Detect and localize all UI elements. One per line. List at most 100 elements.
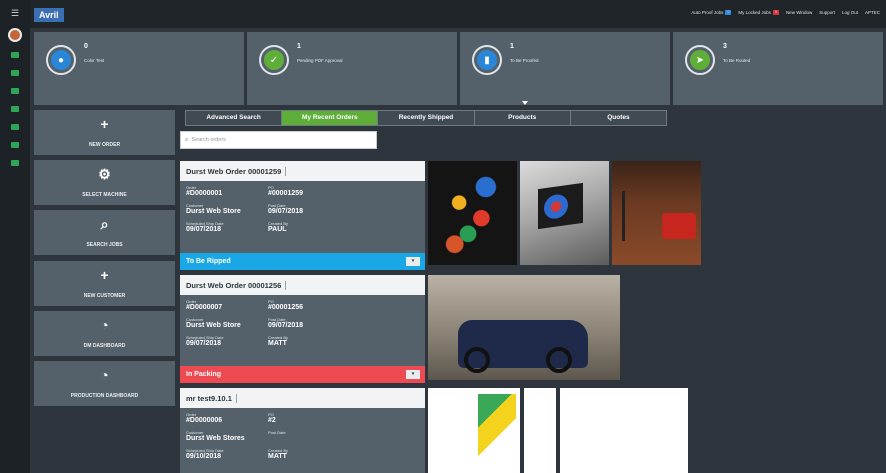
order-card[interactable]: mr test9.10.1 Order #D0000006 PO #2 Custom… [180,388,425,473]
post-date-field: Post Date 09/07/2018 [268,317,303,330]
order-field: Order #D0000001 [186,185,222,198]
support-link[interactable]: Support [819,10,835,15]
order-card-body: Order #D0000007 PO #00001256 Customer Durst… [180,295,425,367]
dm-dashboard-label: DM DASHBOARD [83,343,126,349]
new-window-link[interactable]: New Window [786,10,812,15]
chevron-down-icon[interactable]: ▾ [406,370,420,379]
created-by-field: Created By MATT [268,448,288,461]
stat-color-test[interactable]: ● 0 Color Test [34,32,244,105]
gauge-icon: ◔ [100,367,109,383]
order-thumbnail[interactable] [428,161,517,265]
post-date-value: 09/07/2018 [268,322,304,329]
po-value: #2 [268,417,276,424]
tab-advanced-search[interactable]: Advanced Search [186,111,283,125]
avatar[interactable] [8,28,22,42]
support-label: Support [819,10,835,15]
logout-label: Log Out [841,10,858,15]
order-tabs: Advanced Search My Recent Orders Recentl… [185,110,667,126]
menu-icon[interactable]: ☰ [0,8,30,19]
nav-rail: ☰ [0,0,30,473]
car-wheel [546,347,572,373]
order-card-body: Order #D0000001 PO #00001259 Customer Durst… [180,181,425,253]
new-order-button[interactable]: + NEW ORDER [34,110,175,155]
top-links: Auto Proof Jobs 0 My Locked Jobs 0 New W… [691,10,880,15]
brand-logo[interactable]: Avril [34,8,64,22]
car-wheel [464,347,490,373]
production-dashboard-button[interactable]: ◔ PRODUCTION DASHBOARD [34,361,175,406]
po-field: PO #2 [268,412,276,425]
droplet-icon: ● [46,45,76,75]
order-value: #D0000001 [186,190,223,197]
poster-graphic [478,394,516,469]
created-by-value: MATT [268,453,287,460]
new-order-label: NEW ORDER [88,142,121,148]
user-link[interactable]: APTEC [865,10,880,15]
stat-to-be-routed[interactable]: ➤ 3 To Be Routed [673,32,883,105]
status-label: In Packing [186,371,222,378]
tab-quotes[interactable]: Quotes [571,111,666,125]
reports-icon[interactable] [11,106,19,112]
stat-count: 0 [84,43,88,50]
search-input[interactable] [191,137,362,143]
new-customer-button[interactable]: + NEW CUSTOMER [34,261,175,306]
order-card[interactable]: Durst Web Order 00001256 Order #D0000007 … [180,275,425,383]
status-bar[interactable]: To Be Ripped ▾ [180,253,425,270]
search-jobs-button[interactable]: ⌕ SEARCH JOBS [34,210,175,255]
stat-pending-pdf-approval[interactable]: ✓ 1 Pending PDF Approval [247,32,457,105]
stat-count: 1 [510,43,514,50]
ship-date-field: Scheduled Ship Date 09/07/2018 [186,335,224,348]
order-card[interactable]: Durst Web Order 00001259 Order #D0000001 … [180,161,425,270]
cart-icon[interactable] [11,124,19,130]
search-icon: ⌕ [100,216,109,232]
check-icon: ✓ [259,45,289,75]
status-label: To Be Ripped [186,258,231,265]
home-icon[interactable] [11,52,19,58]
created-by-value: PAUL [268,226,287,233]
order-card-header[interactable]: Durst Web Order 00001259 [180,161,425,181]
settings-icon[interactable] [11,142,19,148]
search-box: ⌕ [180,131,377,149]
created-by-field: Created By MATT [268,335,288,348]
ship-date-field: Scheduled Ship Date 09/07/2018 [186,221,224,234]
stat-count: 3 [723,43,727,50]
gear-icon[interactable] [11,160,19,166]
post-date-field: Post Date [268,430,286,435]
my-locked-jobs-link[interactable]: My Locked Jobs 0 [738,10,779,15]
order-thumbnail[interactable] [612,161,701,265]
order-value: #D0000007 [186,304,223,311]
select-machine-button[interactable]: ⚙ SELECT MACHINE [34,160,175,205]
order-card-body: Order #D0000006 PO #2 Customer Durst Web St… [180,408,425,473]
order-thumbnail[interactable] [428,388,520,473]
order-card-header[interactable]: Durst Web Order 00001256 [180,275,425,295]
order-thumbnail[interactable] [520,161,609,265]
order-thumbnail[interactable] [428,275,620,380]
logout-link[interactable]: Log Out [842,10,858,15]
order-card-header[interactable]: mr test9.10.1 [180,388,425,408]
tab-products[interactable]: Products [475,111,571,125]
search-icon: ⌕ [185,136,189,143]
stat-count: 1 [297,43,301,50]
customer-field: Customer Durst Web Store [186,203,241,216]
order-thumbnail[interactable] [560,388,688,473]
orders-icon[interactable] [11,70,19,76]
new-customer-label: NEW CUSTOMER [83,293,126,299]
auto-proof-jobs-link[interactable]: Auto Proof Jobs 0 [691,10,732,15]
tab-my-recent-orders[interactable]: My Recent Orders [282,111,379,125]
order-thumbnail[interactable] [524,388,556,473]
my-locked-jobs-badge: 0 [772,10,779,15]
po-value: #00001256 [268,304,304,311]
ship-date-value: 09/07/2018 [186,340,222,347]
ship-date-value: 09/07/2018 [186,226,222,233]
user-label: APTEC [864,10,880,15]
jobs-icon[interactable] [11,88,19,94]
stat-label: Pending PDF Approval [297,58,343,63]
customer-value: Durst Web Store [186,208,241,215]
chevron-down-icon[interactable]: ▾ [406,257,420,266]
search-jobs-label: SEARCH JOBS [86,242,123,248]
tab-recently-shipped[interactable]: Recently Shipped [378,111,475,125]
stat-to-be-proofed[interactable]: ▮ 1 To Be Proofed [460,32,670,105]
document-icon: ▮ [472,45,502,75]
post-date-field: Post Date 09/07/2018 [268,203,303,216]
status-bar[interactable]: In Packing ▾ [180,366,425,383]
dm-dashboard-button[interactable]: ◔ DM DASHBOARD [34,311,175,356]
